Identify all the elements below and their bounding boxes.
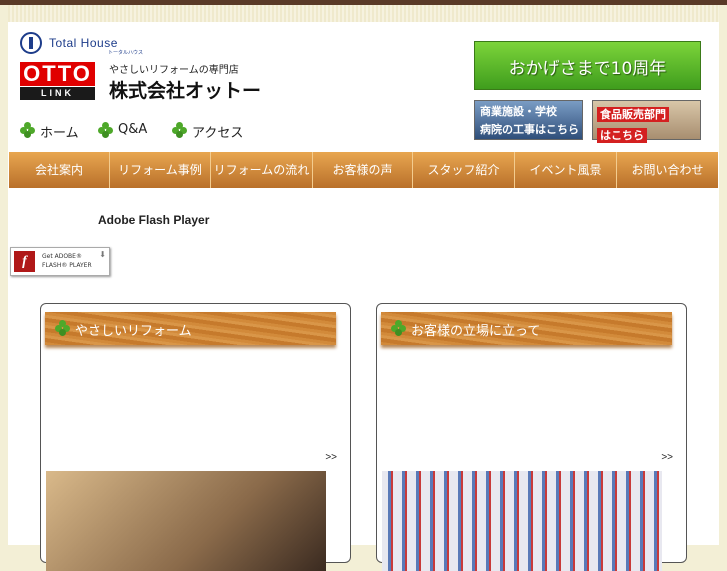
get-flash-player-button[interactable]: f Get ADOBE® FLASH® PLAYER ⬇ bbox=[10, 247, 110, 276]
commercial-banner-line2: 病院の工事はこちら bbox=[480, 123, 579, 136]
main-navigation: 会社案内 リフォーム事例 リフォームの流れ お客様の声 スタッフ紹介 イベント風… bbox=[9, 152, 718, 188]
nav-reform-cases[interactable]: リフォーム事例 bbox=[110, 152, 211, 188]
food-banner-line2: はこちら bbox=[597, 128, 647, 143]
panel-title: やさしいリフォーム bbox=[75, 324, 192, 339]
commercial-banner-line1: 商業施設・学校 bbox=[480, 105, 557, 118]
nav-reform-flow[interactable]: リフォームの流れ bbox=[211, 152, 313, 188]
panel-header: やさしいリフォーム bbox=[45, 312, 336, 345]
clover-icon bbox=[55, 320, 71, 336]
nav-customer-voice[interactable]: お客様の声 bbox=[313, 152, 413, 188]
more-link[interactable]: >> bbox=[661, 452, 673, 463]
subnav-label: Q&A bbox=[118, 122, 148, 137]
anniversary-banner[interactable]: おかげさまで10周年 bbox=[474, 41, 701, 90]
panel-customer-perspective: お客様の立場に立って >> bbox=[376, 303, 687, 571]
brand-kana: トータルハウス bbox=[108, 50, 144, 56]
brand-name: Total House bbox=[49, 36, 118, 50]
top-stripe bbox=[8, 5, 719, 22]
panel-header: お客様の立場に立って bbox=[381, 312, 672, 345]
subnav-label: アクセス bbox=[192, 126, 244, 141]
company-name: 株式会社オットー bbox=[109, 80, 262, 102]
get-flash-line1: Get ADOBE® bbox=[42, 253, 82, 260]
otto-logo-text: OTTO bbox=[20, 62, 95, 86]
food-sales-banner[interactable]: 食品販売部門 はこちら bbox=[592, 100, 701, 143]
link-logo-text: LINK bbox=[20, 87, 95, 100]
flash-icon: f bbox=[14, 251, 35, 272]
flash-placeholder-title: Adobe Flash Player bbox=[98, 213, 210, 227]
clover-icon bbox=[20, 122, 36, 138]
nav-company[interactable]: 会社案内 bbox=[9, 152, 110, 188]
nav-contact[interactable]: お問い合わせ bbox=[617, 152, 718, 188]
commercial-banner[interactable]: 商業施設・学校 病院の工事はこちら bbox=[474, 100, 583, 140]
food-banner-line1: 食品販売部門 bbox=[597, 107, 669, 122]
site-logo[interactable]: Total House トータルハウス OTTO LINK やさしいリフォームの… bbox=[20, 32, 310, 102]
panel-title: お客様の立場に立って bbox=[411, 324, 541, 339]
tagline: やさしいリフォームの専門店 bbox=[109, 65, 239, 76]
panel-gentle-reform: やさしいリフォーム >> bbox=[40, 303, 351, 571]
meeting-photo bbox=[382, 471, 662, 571]
nav-staff[interactable]: スタッフ紹介 bbox=[413, 152, 515, 188]
get-flash-line2: FLASH® PLAYER bbox=[42, 262, 92, 269]
otto-link-logo: OTTO LINK bbox=[20, 62, 95, 100]
clover-icon bbox=[172, 122, 188, 138]
clover-icon bbox=[98, 122, 114, 138]
total-house-mark-icon bbox=[20, 32, 42, 54]
subnav-label: ホーム bbox=[40, 126, 79, 141]
more-link[interactable]: >> bbox=[325, 452, 337, 463]
download-arrow-icon: ⬇ bbox=[99, 250, 106, 259]
anniversary-text: おかげさまで10周年 bbox=[508, 59, 667, 79]
clover-icon bbox=[391, 320, 407, 336]
nav-events[interactable]: イベント風景 bbox=[515, 152, 617, 188]
reform-photo bbox=[46, 471, 326, 571]
